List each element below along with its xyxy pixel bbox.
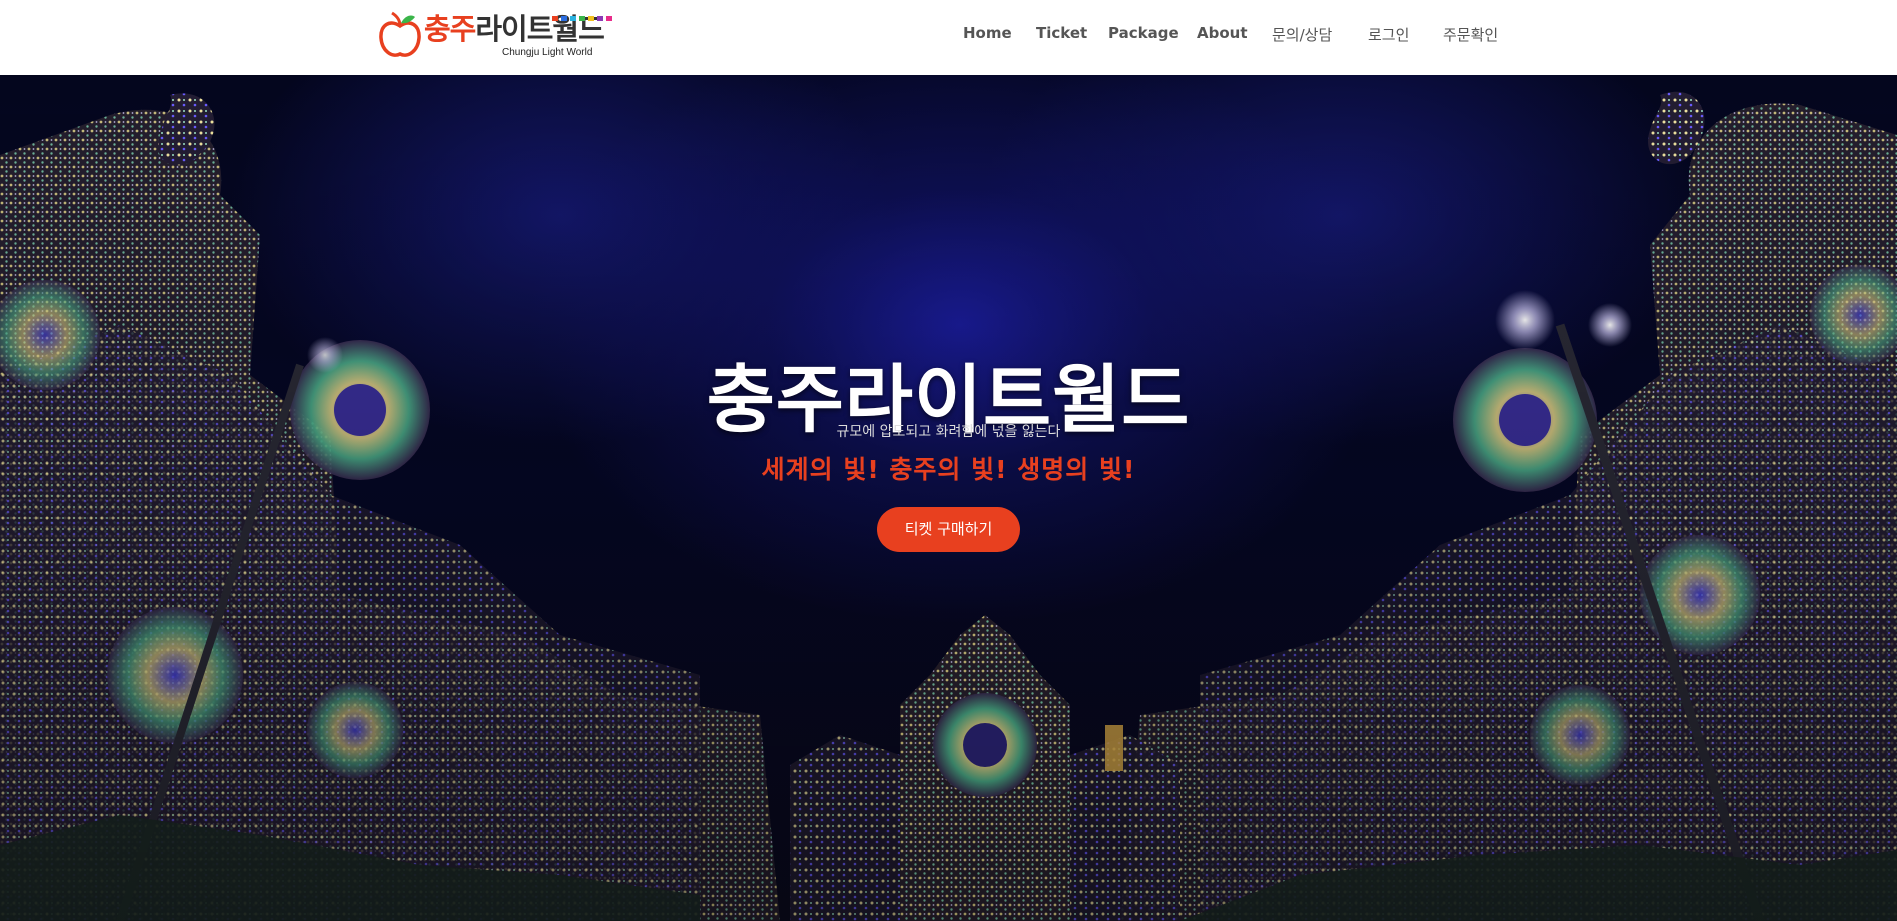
hero-slogan: 세계의 빛! 충주의 빛! 생명의 빛!: [761, 455, 1136, 484]
nav-order-check[interactable]: 주문확인: [1443, 24, 1498, 45]
nav-login[interactable]: 로그인: [1368, 24, 1409, 45]
nav-package[interactable]: Package: [1108, 24, 1179, 42]
buy-ticket-button[interactable]: 티켓 구매하기: [877, 507, 1020, 552]
nav-ticket[interactable]: Ticket: [1036, 24, 1087, 42]
top-navbar: 충주 라이트월드 Chungju Light World Home Ticket …: [0, 0, 1897, 75]
main-nav: Home Ticket Package About 문의/상담 로그인 주문확인: [0, 0, 1897, 70]
hero-content: 충주라이트월드 규모에 압도되고 화려함에 넋을 잃는다 세계의 빛! 충주의 …: [0, 75, 1897, 921]
nav-about[interactable]: About: [1197, 24, 1248, 42]
nav-home[interactable]: Home: [963, 24, 1012, 42]
hero-banner: 충주라이트월드 규모에 압도되고 화려함에 넋을 잃는다 세계의 빛! 충주의 …: [0, 75, 1897, 921]
nav-inquiry[interactable]: 문의/상담: [1272, 24, 1332, 45]
hero-subtitle: 규모에 압도되고 화려함에 넋을 잃는다: [836, 424, 1061, 440]
